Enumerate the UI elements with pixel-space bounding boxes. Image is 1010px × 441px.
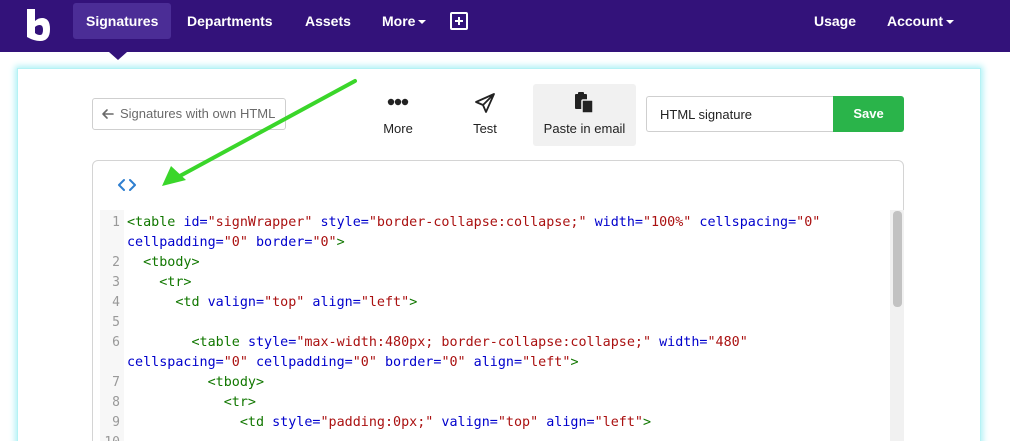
code-token: "max-width:480px; border-collapse:collap…: [296, 335, 652, 350]
code-token: border=: [247, 235, 313, 250]
line-number: 9: [112, 415, 120, 430]
line-number: 6: [112, 335, 120, 350]
code-token: style=: [247, 335, 297, 350]
code-token: "480": [707, 335, 748, 350]
code-line: <table id="signWrapper" style="border-co…: [127, 213, 820, 233]
code-line: <tr>: [127, 393, 256, 413]
signature-name-input[interactable]: [646, 96, 836, 132]
chevron-down-icon: [418, 20, 427, 24]
code-token: style=: [312, 215, 369, 230]
code-token: "left": [360, 295, 410, 310]
nav-more-label: More: [382, 13, 416, 29]
code-token: cellpadding=: [127, 235, 224, 250]
code-token: align=: [538, 415, 595, 430]
code-token: "padding:0px;": [320, 415, 434, 430]
arrow-left-icon: [102, 109, 114, 119]
nav-more[interactable]: More: [369, 3, 439, 39]
code-token: >: [336, 235, 345, 250]
code-token: "0": [352, 355, 377, 370]
more-label: More: [383, 121, 413, 136]
code-token: "border-collapse:collapse;": [368, 215, 587, 230]
code-token: >: [643, 415, 652, 430]
code-token: "100%": [642, 215, 692, 230]
top-nav: Signatures Departments Assets More Usage…: [0, 0, 1010, 52]
code-token: "left": [594, 415, 643, 430]
line-number: 4: [112, 295, 120, 310]
nav-usage[interactable]: Usage: [801, 3, 869, 39]
nav-departments[interactable]: Departments: [174, 3, 286, 39]
nav-signatures[interactable]: Signatures: [73, 3, 172, 39]
code-token: "0": [441, 355, 466, 370]
code-token: cellspacing=: [127, 355, 224, 370]
code-token: <tbody>: [127, 375, 265, 390]
code-token: cellpadding=: [247, 355, 353, 370]
line-number: 5: [112, 315, 120, 330]
more-button[interactable]: More: [368, 84, 428, 146]
code-token: id=: [183, 215, 208, 230]
clipboard-paste-icon: [575, 92, 594, 114]
back-button-label: Signatures with own HTML: [120, 106, 276, 121]
nav-account[interactable]: Account: [874, 3, 967, 39]
back-button[interactable]: Signatures with own HTML: [92, 98, 286, 130]
code-token: "0": [312, 235, 337, 250]
code-token: valign=: [433, 415, 498, 430]
ellipsis-icon: [387, 98, 409, 106]
paste-in-email-button[interactable]: Paste in email: [533, 84, 636, 146]
code-token: "top": [264, 295, 305, 310]
code-token: "0": [796, 215, 821, 230]
code-token: <tr>: [127, 275, 192, 290]
code-token: <td: [127, 295, 208, 310]
code-line: <table style="max-width:480px; border-co…: [127, 333, 748, 353]
active-nav-pointer: [109, 52, 127, 60]
code-token: <tbody>: [127, 255, 200, 270]
nav-account-label: Account: [887, 13, 943, 29]
code-token: width=: [651, 335, 708, 350]
test-label: Test: [473, 121, 497, 136]
code-line: <tbody>: [127, 253, 200, 273]
line-number: 8: [112, 395, 120, 410]
save-button[interactable]: Save: [833, 96, 904, 132]
code-token: "0": [223, 235, 248, 250]
code-line: cellspacing="0" cellpadding="0" border="…: [127, 353, 579, 373]
code-token: "0": [223, 355, 248, 370]
code-token: >: [409, 295, 418, 310]
code-token: <table: [127, 335, 248, 350]
code-token: "signWrapper": [207, 215, 313, 230]
code-line: cellpadding="0" border="0">: [127, 233, 345, 253]
code-brackets-icon[interactable]: [116, 176, 138, 194]
code-line: <td style="padding:0px;" valign="top" al…: [127, 413, 651, 433]
line-number: 1: [112, 215, 120, 230]
code-token: align=: [304, 295, 361, 310]
code-token: style=: [272, 415, 321, 430]
test-button[interactable]: Test: [455, 84, 515, 146]
code-token: cellspacing=: [691, 215, 797, 230]
code-token: valign=: [207, 295, 265, 310]
brand-b-logo[interactable]: [24, 7, 52, 43]
code-line: <tr>: [127, 273, 192, 293]
code-token: align=: [465, 355, 523, 370]
code-token: "left": [522, 355, 571, 370]
chevron-down-icon: [946, 20, 954, 24]
code-token: >: [570, 355, 579, 370]
plus-square-icon[interactable]: [450, 12, 468, 30]
code-line: <td valign="top" align="left">: [127, 293, 417, 313]
line-number: 3: [112, 275, 120, 290]
editor-scrollbar-thumb[interactable]: [893, 211, 902, 307]
line-number: 10: [100, 433, 120, 441]
nav-assets[interactable]: Assets: [292, 3, 364, 39]
code-token: width=: [586, 215, 643, 230]
line-number: 2: [112, 255, 120, 270]
code-token: <tr>: [127, 395, 256, 410]
code-line: <tbody>: [127, 373, 264, 393]
code-token: "top": [497, 415, 539, 430]
paste-label: Paste in email: [543, 121, 626, 136]
code-token: border=: [376, 355, 442, 370]
paper-plane-icon: [475, 93, 495, 113]
code-token: <td: [127, 415, 273, 430]
code-token: <table: [127, 215, 184, 230]
line-number: 7: [112, 375, 120, 390]
